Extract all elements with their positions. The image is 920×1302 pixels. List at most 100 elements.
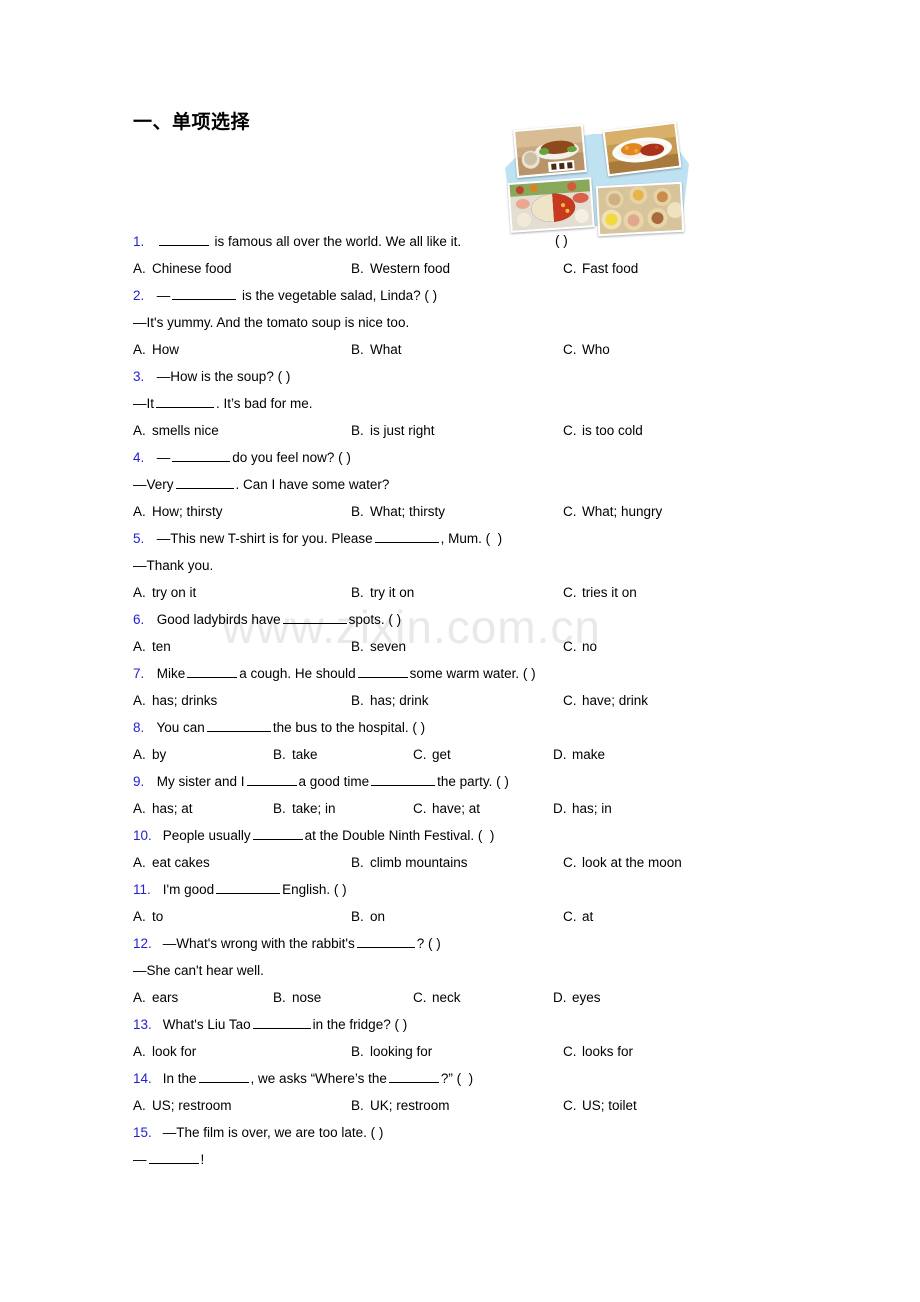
option-a[interactable]: A. Chinese food bbox=[133, 260, 232, 277]
option-c[interactable]: C. US; toilet bbox=[563, 1097, 637, 1114]
question-13-text: 13. What's Liu Tao in the fridge? ( ) bbox=[133, 1016, 408, 1032]
option-a[interactable]: A. ten bbox=[133, 638, 171, 655]
option-c[interactable]: C. look at the moon bbox=[563, 854, 682, 871]
option-b[interactable]: B. is just right bbox=[351, 422, 435, 439]
answer-blank[interactable] bbox=[198, 1070, 249, 1083]
answer-blank[interactable] bbox=[246, 773, 297, 786]
question-2-line-1-post: is the vegetable salad, Linda? ( ) bbox=[242, 288, 438, 303]
question-15-line-1: —The film is over, we are too late. ( ) bbox=[162, 1125, 384, 1140]
question-7-text: 7. Mike a cough. He should some warm water… bbox=[133, 665, 536, 681]
question-3-number: 3. bbox=[133, 369, 145, 384]
option-a[interactable]: A. look for bbox=[133, 1043, 196, 1060]
option-b[interactable]: B. seven bbox=[351, 638, 406, 655]
question-2-text: 2. — is the vegetable salad, Linda? ( ) bbox=[133, 287, 437, 304]
option-a[interactable]: A. try on it bbox=[133, 584, 196, 601]
option-b[interactable]: B. UK; restroom bbox=[351, 1097, 450, 1114]
photo-roast-duck bbox=[513, 124, 587, 178]
food-collage-illustration bbox=[497, 121, 697, 237]
option-c[interactable]: C. is too cold bbox=[563, 422, 643, 439]
option-b[interactable]: B. on bbox=[351, 908, 385, 925]
answer-blank[interactable] bbox=[206, 719, 271, 732]
question-12-text: 12. —What's wrong with the rabbit's? ( ) bbox=[133, 935, 441, 951]
answer-blank[interactable] bbox=[216, 881, 281, 894]
option-a[interactable]: A. smells nice bbox=[133, 422, 219, 439]
option-a[interactable]: A. has; drinks bbox=[133, 692, 217, 709]
option-b[interactable]: B. nose bbox=[273, 989, 321, 1006]
option-c[interactable]: C. at bbox=[563, 908, 593, 925]
option-b[interactable]: B. What bbox=[351, 341, 402, 358]
option-c[interactable]: C. have; at bbox=[413, 800, 480, 817]
option-b[interactable]: B. try it on bbox=[351, 584, 414, 601]
option-b[interactable]: B. take; in bbox=[273, 800, 336, 817]
option-b[interactable]: B. Western food bbox=[351, 260, 450, 277]
answer-blank[interactable] bbox=[357, 665, 408, 678]
question-11-text: 11. I'm good English. ( ) bbox=[133, 881, 347, 897]
answer-blank[interactable] bbox=[148, 1151, 199, 1164]
answer-blank[interactable] bbox=[252, 1016, 311, 1029]
option-c[interactable]: C. looks for bbox=[563, 1043, 633, 1060]
answer-blank[interactable] bbox=[356, 935, 415, 948]
question-5-number: 5. bbox=[133, 531, 145, 546]
answer-blank[interactable] bbox=[172, 287, 237, 300]
option-a[interactable]: A. How bbox=[133, 341, 179, 358]
option-b[interactable]: B. looking for bbox=[351, 1043, 432, 1060]
answer-blank[interactable] bbox=[175, 476, 234, 489]
worksheet-page: www.zixin.com.cn 一、单项选择 1. is famous all… bbox=[0, 0, 920, 1302]
answer-blank[interactable] bbox=[187, 665, 238, 678]
question-9-text: 9. My sister and Ia good time the party. … bbox=[133, 773, 509, 789]
option-a[interactable]: A. by bbox=[133, 746, 166, 763]
question-15-text: 15. —The film is over, we are too late. … bbox=[133, 1124, 383, 1141]
option-a[interactable]: A. has; at bbox=[133, 800, 193, 817]
photo-hot-pot bbox=[507, 177, 595, 233]
option-c[interactable]: C. no bbox=[563, 638, 597, 655]
option-a[interactable]: A. eat cakes bbox=[133, 854, 210, 871]
answer-blank[interactable] bbox=[282, 611, 347, 624]
question-1-text: 1. is famous all over the world. We all … bbox=[133, 233, 461, 250]
option-b[interactable]: B. What; thirsty bbox=[351, 503, 445, 520]
question-2-line-1-pre: — bbox=[156, 288, 171, 303]
answer-blank[interactable] bbox=[388, 1070, 439, 1083]
option-d[interactable]: D. has; in bbox=[553, 800, 612, 817]
question-1-number: 1. bbox=[133, 234, 145, 249]
question-2-number: 2. bbox=[133, 288, 145, 303]
question-6-text: 6. Good ladybirds have spots. ( ) bbox=[133, 611, 402, 627]
question-3-line-1: —How is the soup? ( ) bbox=[156, 369, 291, 384]
question-1-answer-paren[interactable]: ( ) bbox=[555, 233, 568, 248]
option-b[interactable]: B. climb mountains bbox=[351, 854, 468, 871]
option-c[interactable]: C. tries it on bbox=[563, 584, 637, 601]
question-7-number: 7. bbox=[133, 666, 145, 681]
option-d[interactable]: D. make bbox=[553, 746, 605, 763]
section-heading: 一、单项选择 bbox=[133, 112, 251, 133]
option-a[interactable]: A. ears bbox=[133, 989, 178, 1006]
question-4-line-2: —Very. Can I have some water? bbox=[133, 476, 390, 492]
question-3-line-2: —It. It’s bad for me. bbox=[133, 395, 313, 411]
option-a[interactable]: A. US; restroom bbox=[133, 1097, 232, 1114]
question-4-text: 4. — do you feel now? ( ) bbox=[133, 449, 351, 465]
question-12-line-2: —She can't hear well. bbox=[133, 963, 264, 978]
question-14-number: 14. bbox=[133, 1071, 152, 1086]
option-b[interactable]: B. take bbox=[273, 746, 318, 763]
option-c[interactable]: C. Who bbox=[563, 341, 610, 358]
question-2-line-2: —It's yummy. And the tomato soup is nice… bbox=[133, 315, 410, 330]
question-9-number: 9. bbox=[133, 774, 145, 789]
answer-blank[interactable] bbox=[172, 449, 231, 462]
option-d[interactable]: D. eyes bbox=[553, 989, 601, 1006]
option-c[interactable]: C. neck bbox=[413, 989, 461, 1006]
question-5-text: 5. —This new T-shirt is for you. Please,… bbox=[133, 530, 503, 546]
option-b[interactable]: B. has; drink bbox=[351, 692, 429, 709]
option-c[interactable]: C. What; hungry bbox=[563, 503, 662, 520]
question-10-text: 10. People usually at the Double Ninth Fe… bbox=[133, 827, 495, 843]
answer-blank[interactable] bbox=[374, 530, 439, 543]
question-15-number: 15. bbox=[133, 1125, 152, 1140]
answer-blank[interactable] bbox=[252, 827, 303, 840]
option-a[interactable]: A. to bbox=[133, 908, 163, 925]
answer-blank[interactable] bbox=[156, 395, 215, 408]
question-5-line-2: —Thank you. bbox=[133, 558, 214, 573]
option-a[interactable]: A. How; thirsty bbox=[133, 503, 223, 520]
answer-blank[interactable] bbox=[371, 773, 436, 786]
answer-blank[interactable] bbox=[158, 233, 209, 246]
question-15-line-2: —! bbox=[133, 1151, 205, 1167]
option-c[interactable]: C. get bbox=[413, 746, 451, 763]
option-c[interactable]: C. have; drink bbox=[563, 692, 648, 709]
option-c[interactable]: C. Fast food bbox=[563, 260, 638, 277]
